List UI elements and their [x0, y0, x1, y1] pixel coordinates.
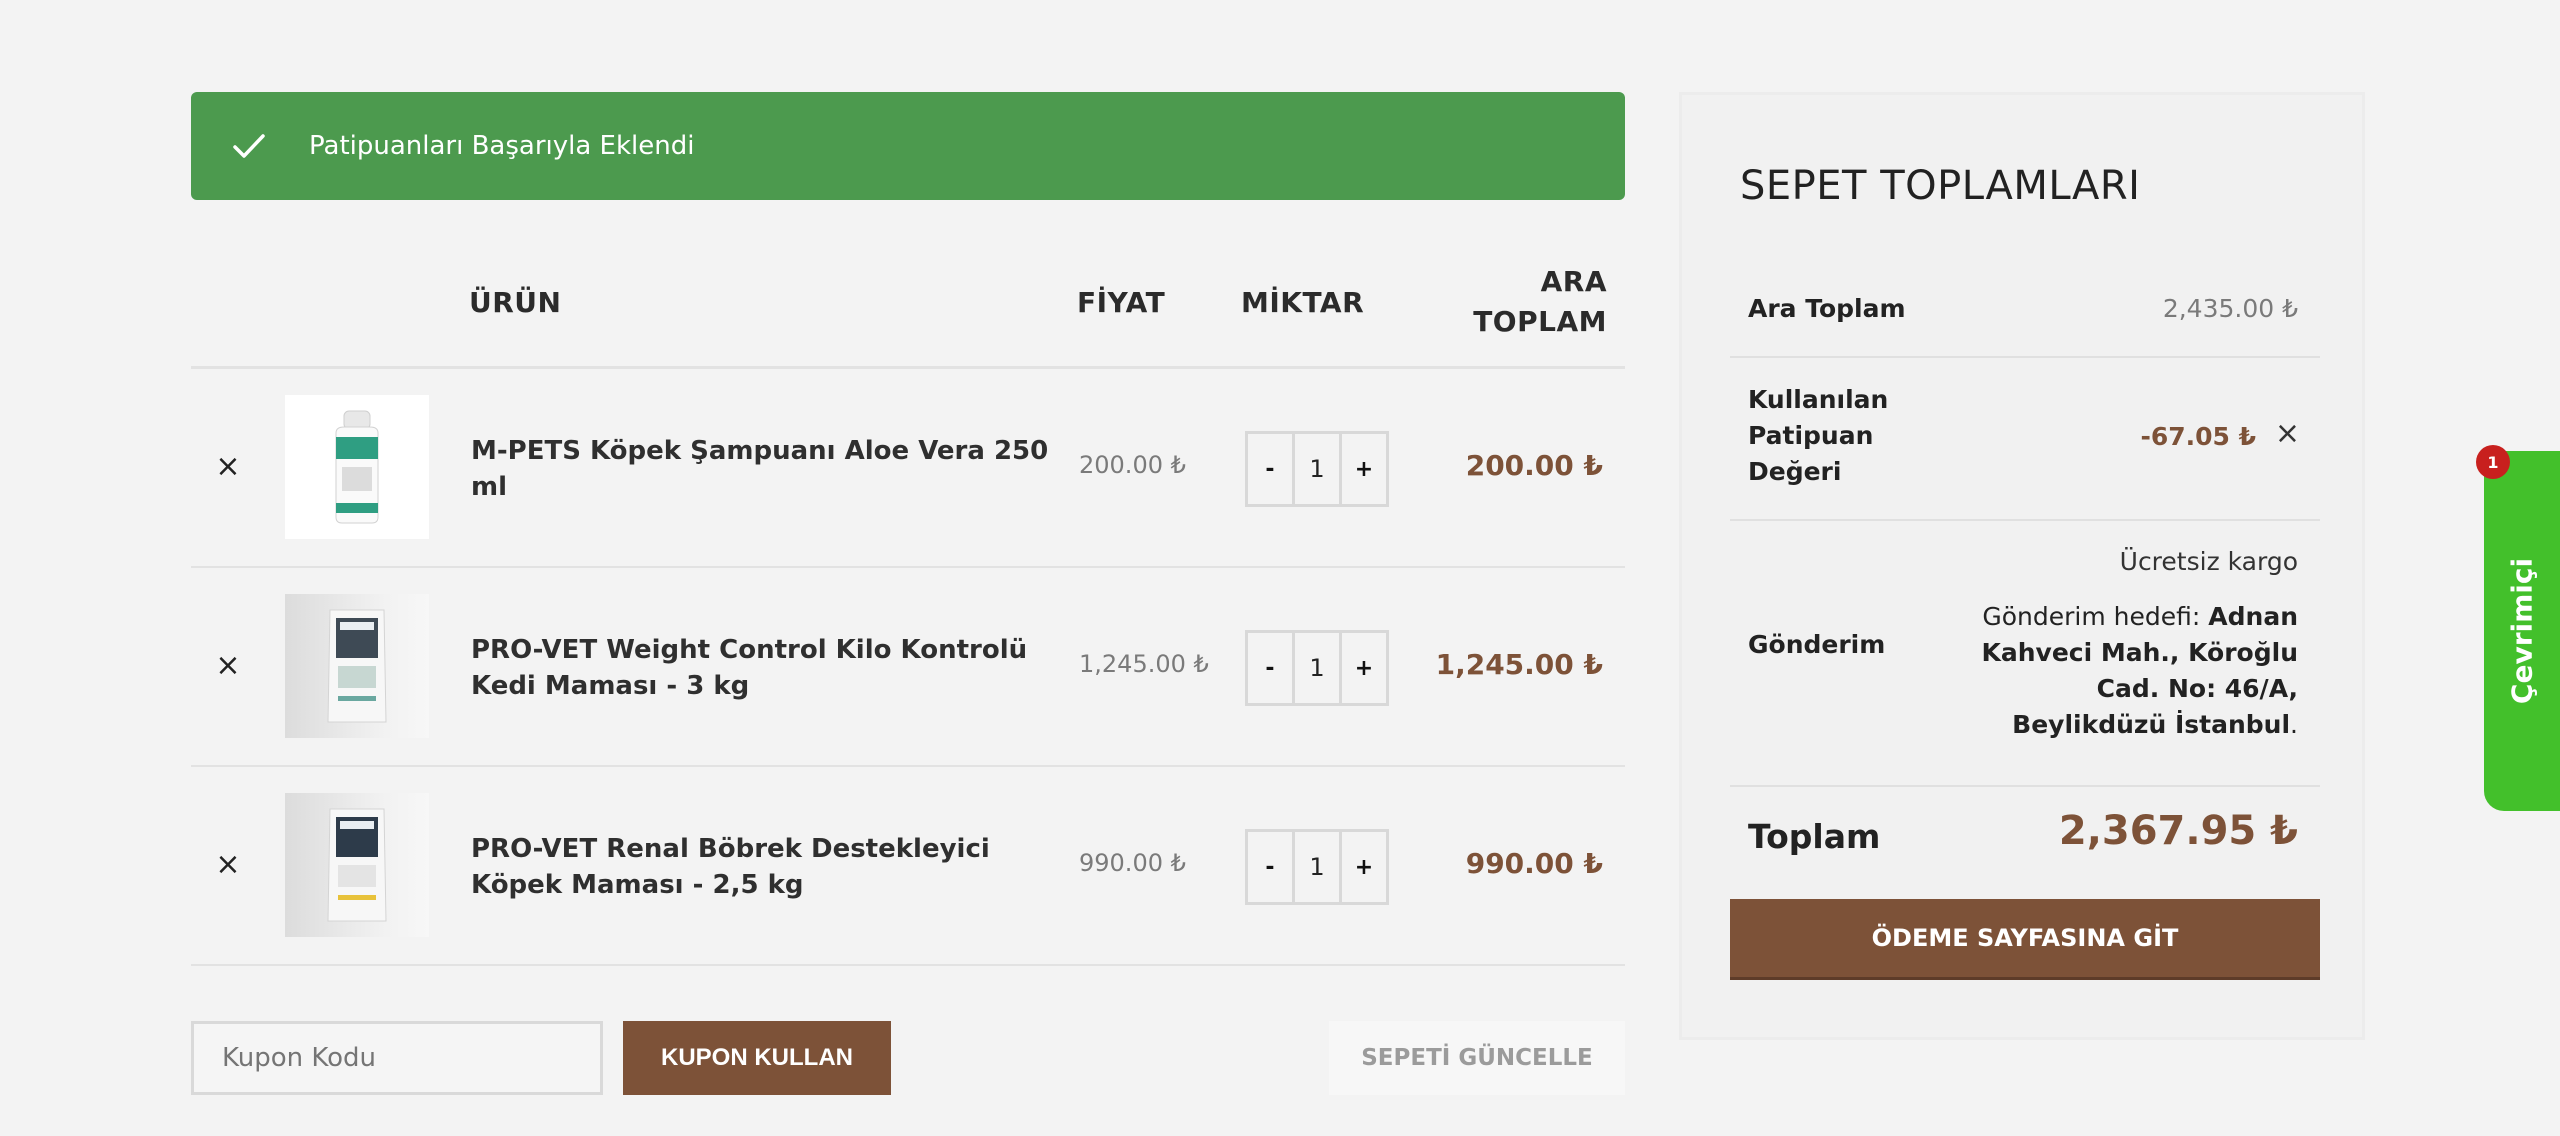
product-name-link[interactable]: PRO-VET Weight Control Kilo Kontrolü Ked…	[471, 632, 1051, 704]
coupon-input[interactable]	[191, 1021, 603, 1095]
remove-item-button[interactable]: ×	[213, 850, 243, 880]
header-subtotal: ARA TOPLAM	[1473, 265, 1607, 338]
points-label: Kullanılan Patipuan Değeri	[1748, 385, 1889, 486]
decrease-button[interactable]: -	[1248, 434, 1292, 504]
header-product: ÜRÜN	[469, 286, 562, 319]
points-row: Kullanılan Patipuan Değeri -67.05 ₺ ×	[1730, 358, 2320, 521]
cart-table: ÜRÜN FİYAT MİKTAR ARA TOPLAM × M-PETS Kö…	[191, 230, 1625, 1095]
increase-button[interactable]: +	[1342, 434, 1386, 504]
totals-title: SEPET TOPLAMLARI	[1740, 163, 2141, 209]
product-subtotal: 1,245.00 ₺	[1435, 648, 1603, 681]
total-label: Toplam	[1748, 817, 1881, 856]
product-name[interactable]: PRO-VET Renal Böbrek Destekleyici Köpek …	[471, 767, 1051, 966]
header-quantity: MİKTAR	[1241, 286, 1365, 319]
cart-totals: SEPET TOPLAMLARI Ara Toplam 2,435.00 ₺ K…	[1679, 92, 2365, 1040]
points-value: -67.05 ₺	[2140, 422, 2256, 451]
quantity-stepper: - 1 +	[1245, 630, 1389, 706]
checkout-button[interactable]: ÖDEME SAYFASINA GİT	[1730, 899, 2320, 977]
product-name-link[interactable]: M-PETS Köpek Şampuanı Aloe Vera 250 ml	[471, 433, 1051, 505]
product-image[interactable]	[285, 594, 429, 738]
product-name[interactable]: M-PETS Köpek Şampuanı Aloe Vera 250 ml	[471, 369, 1051, 568]
cart-row: × PRO-VET Renal Böbrek Destekleyici Köpe…	[191, 767, 1625, 966]
increase-button[interactable]: +	[1342, 832, 1386, 902]
quantity-stepper: - 1 +	[1245, 829, 1389, 905]
chat-badge: 1	[2476, 445, 2510, 479]
shipping-suffix: .	[2290, 710, 2298, 739]
product-image[interactable]	[285, 793, 429, 937]
subtotal-row: Ara Toplam 2,435.00 ₺	[1730, 265, 2320, 358]
chat-label: Çevrimiçi	[2505, 557, 2539, 705]
notice-message: Patipuanları Başarıyla Eklendi	[309, 131, 695, 161]
chat-widget-tab[interactable]: 1 Çevrimiçi	[2476, 445, 2560, 811]
product-price: 1,245.00 ₺	[1079, 650, 1209, 678]
cart-table-header: ÜRÜN FİYAT MİKTAR ARA TOPLAM	[191, 230, 1625, 369]
shipping-row: Gönderim Ücretsiz kargo Gönderim hedefi:…	[1730, 521, 2320, 787]
total-value: 2,367.95 ₺	[2058, 808, 2298, 854]
shipping-method: Ücretsiz kargo	[2119, 547, 2298, 576]
subtotal-label: Ara Toplam	[1748, 294, 1906, 323]
success-notice: Patipuanları Başarıyla Eklendi	[191, 92, 1625, 200]
quantity-input[interactable]: 1	[1292, 434, 1342, 504]
quantity-stepper: - 1 +	[1245, 431, 1389, 507]
product-image[interactable]	[285, 395, 429, 539]
product-subtotal: 990.00 ₺	[1465, 847, 1603, 880]
shipping-label: Gönderim	[1748, 630, 1886, 659]
header-price: FİYAT	[1077, 286, 1166, 319]
product-price: 200.00 ₺	[1079, 451, 1186, 479]
cart-row: × M-PETS Köpek Şampuanı Aloe Vera 250 ml…	[191, 369, 1625, 568]
remove-item-button[interactable]: ×	[213, 452, 243, 482]
shipping-destination: Gönderim hedefi: Adnan Kahveci Mah., Kör…	[1938, 599, 2298, 743]
check-icon	[233, 134, 265, 158]
update-cart-button[interactable]: SEPETİ GÜNCELLE	[1329, 1021, 1625, 1095]
decrease-button[interactable]: -	[1248, 832, 1292, 902]
increase-button[interactable]: +	[1342, 633, 1386, 703]
apply-coupon-button[interactable]: KUPON KULLAN	[623, 1021, 891, 1095]
food-bag-image	[327, 808, 387, 922]
subtotal-value: 2,435.00 ₺	[2162, 294, 2298, 323]
product-subtotal: 200.00 ₺	[1465, 449, 1603, 482]
quantity-input[interactable]: 1	[1292, 633, 1342, 703]
product-name-link[interactable]: PRO-VET Renal Böbrek Destekleyici Köpek …	[471, 831, 1051, 903]
quantity-input[interactable]: 1	[1292, 832, 1342, 902]
remove-item-button[interactable]: ×	[213, 651, 243, 681]
shipping-prefix: Gönderim hedefi:	[1982, 602, 2209, 631]
food-bag-image	[327, 609, 387, 723]
shampoo-bottle-image	[335, 410, 379, 524]
total-row: Toplam 2,367.95 ₺	[1730, 787, 2320, 897]
cart-row: × PRO-VET Weight Control Kilo Kontrolü K…	[191, 568, 1625, 767]
remove-points-button[interactable]: ×	[2275, 416, 2300, 451]
decrease-button[interactable]: -	[1248, 633, 1292, 703]
product-name[interactable]: PRO-VET Weight Control Kilo Kontrolü Ked…	[471, 568, 1051, 767]
product-price: 990.00 ₺	[1079, 849, 1186, 877]
